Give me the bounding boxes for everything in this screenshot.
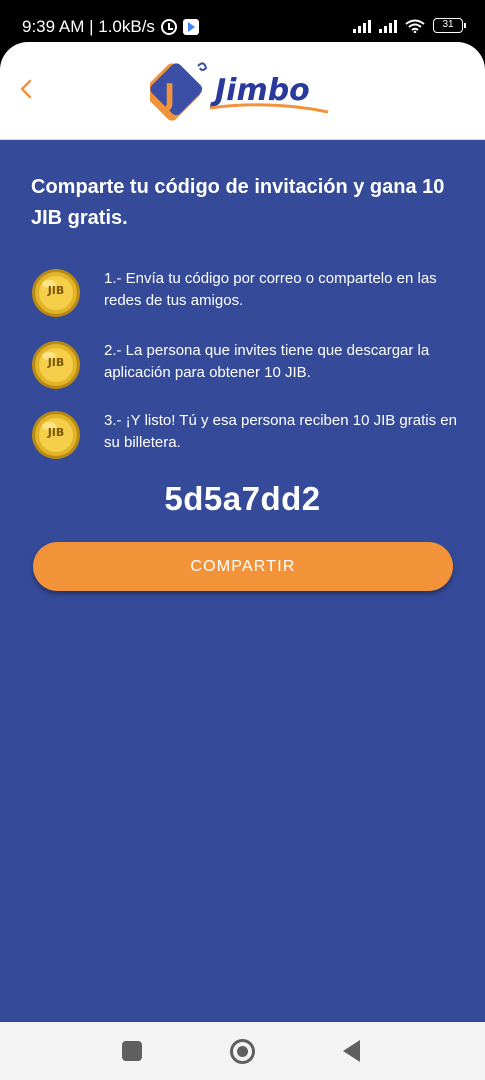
step-text: 3.- ¡Y listo! Tú y esa persona reciben 1… xyxy=(104,412,457,451)
step-item: JIB 2.- La persona que invites tiene que… xyxy=(31,340,461,396)
page-title: Comparte tu código de invitación y gana … xyxy=(31,176,445,229)
status-left: 9:39 AM | 1.0kB/s xyxy=(22,17,199,37)
back-button[interactable] xyxy=(12,72,40,106)
system-back-button[interactable] xyxy=(343,1040,360,1062)
jib-coin-icon: JIB xyxy=(32,411,80,459)
svg-text:JIB: JIB xyxy=(47,356,65,369)
home-button[interactable] xyxy=(230,1039,255,1064)
signal-icon-1 xyxy=(353,19,371,33)
main-content: Comparte tu código de invitación y gana … xyxy=(0,140,485,1022)
play-store-icon xyxy=(182,19,199,35)
invite-code: 5d5a7dd2 xyxy=(164,480,321,517)
step-item: JIB 1.- Envía tu código por correo o com… xyxy=(31,268,461,324)
step-text: 2.- La persona que invites tiene que des… xyxy=(104,342,430,381)
status-right: 31 xyxy=(353,18,466,33)
app-header: J Jimbo xyxy=(0,42,485,140)
share-button[interactable]: COMPARTIR xyxy=(33,542,453,591)
svg-text:JIB: JIB xyxy=(47,426,65,439)
jib-coin-icon: JIB xyxy=(32,269,80,317)
battery-icon: 31 xyxy=(433,18,466,33)
chevron-left-icon xyxy=(20,79,32,99)
logo-text: Jimbo xyxy=(210,73,310,108)
alarm-icon xyxy=(160,19,177,35)
wifi-icon xyxy=(405,19,425,33)
svg-text:JIB: JIB xyxy=(47,284,65,297)
step-text: 1.- Envía tu código por correo o compart… xyxy=(104,270,437,309)
recents-button[interactable] xyxy=(122,1041,142,1061)
step-item: JIB 3.- ¡Y listo! Tú y esa persona recib… xyxy=(31,410,461,466)
jib-coin-icon: JIB xyxy=(32,341,80,389)
system-nav-bar xyxy=(0,1022,485,1080)
signal-icon-2 xyxy=(379,19,397,33)
status-time-speed: 9:39 AM | 1.0kB/s xyxy=(22,17,155,36)
logo-letter: J xyxy=(162,78,175,113)
jimbo-logo: J Jimbo xyxy=(150,62,329,121)
